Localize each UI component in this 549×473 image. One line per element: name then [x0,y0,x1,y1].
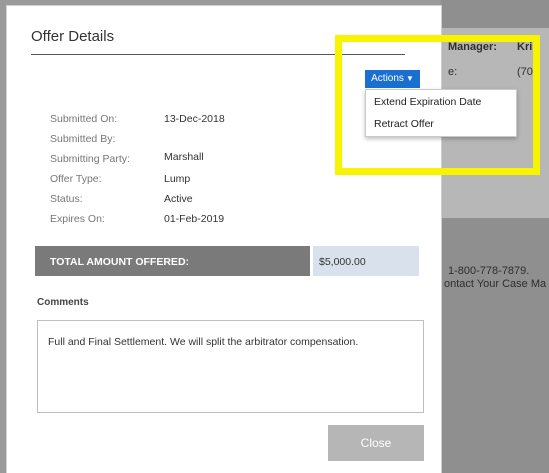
close-button[interactable]: Close [328,425,424,461]
submitted-on-label: Submitted On: [50,113,118,125]
total-amount-value: $5,000.00 [319,256,366,268]
submitting-party-value: Marshall [164,151,204,163]
modal-title: Offer Details [31,28,115,45]
submitting-party-label: Submitting Party: [50,153,130,165]
submitted-by-label: Submitted By: [50,133,116,145]
bg-phone-line: 1-800-778-7879. [448,265,530,277]
highlight-annotation-box [335,35,540,175]
expires-on-label: Expires On: [50,213,105,225]
comments-textarea[interactable] [37,320,424,413]
bg-contact-line: ontact Your Case Ma [444,278,547,290]
expires-on-value: 01-Feb-2019 [164,213,225,225]
close-button-label: Close [360,436,392,450]
offer-type-value: Lump [164,173,191,185]
total-amount-label: TOTAL AMOUNT OFFERED: [50,256,190,268]
status-value: Active [164,193,193,205]
status-label: Status: [50,193,83,205]
comments-text: Full and Final Settlement. We will split… [48,336,359,348]
offer-type-label: Offer Type: [50,173,102,185]
submitted-on-value: 13-Dec-2018 [164,113,225,125]
comments-label: Comments [37,297,89,308]
